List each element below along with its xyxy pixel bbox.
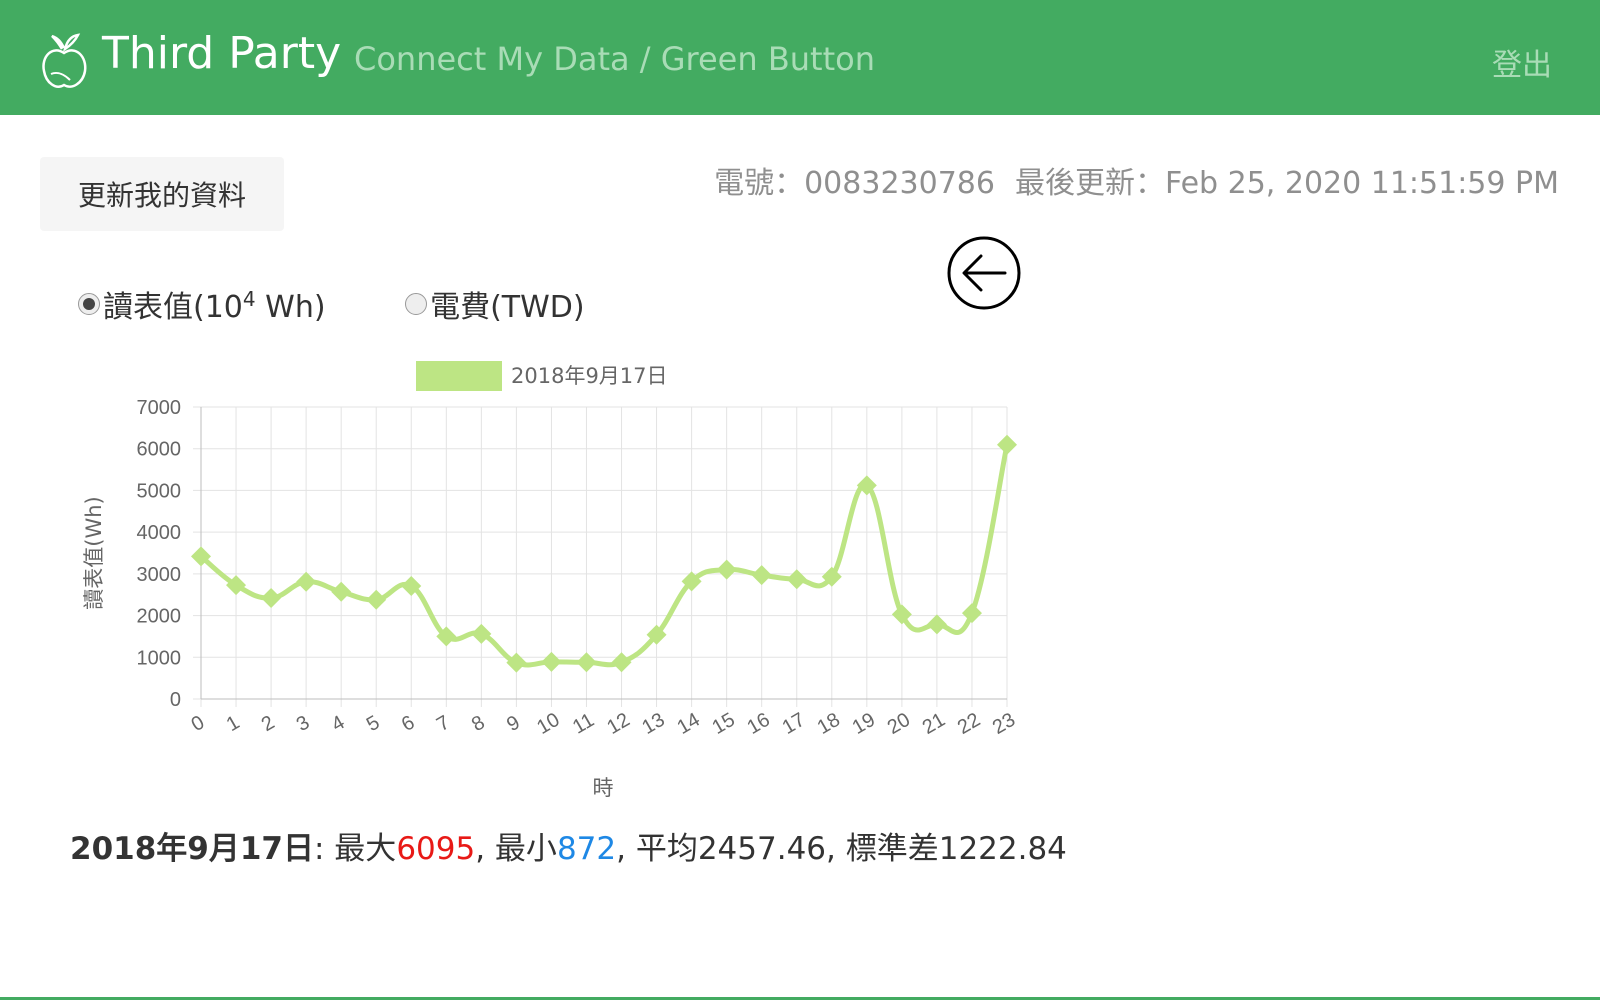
data-point — [786, 569, 807, 590]
cost-radio-label: 電費(TWD) — [430, 290, 585, 325]
x-tick-label: 11 — [569, 709, 598, 738]
y-tick-label: 0 — [170, 689, 181, 711]
x-tick-label: 5 — [363, 711, 384, 736]
unit-toggle: 讀表值(104 Wh) 電費(TWD) — [78, 282, 585, 326]
last-updated: 最後更新：Feb 25, 2020 11:51:59 PM — [1014, 166, 1559, 201]
x-tick-label: 21 — [919, 709, 949, 739]
data-point — [261, 588, 282, 609]
data-point — [541, 651, 562, 672]
x-tick-label: 0 — [188, 711, 209, 736]
data-point — [961, 603, 982, 624]
stats-min-value: 872 — [556, 831, 617, 867]
data-point — [997, 434, 1017, 455]
radio-selected-icon[interactable] — [78, 293, 100, 315]
y-tick-label: 1000 — [137, 647, 182, 669]
x-tick-label: 20 — [884, 709, 914, 739]
x-axis-title: 時 — [593, 776, 614, 800]
top-navbar: Third Party Connect My Data / Green Butt… — [0, 0, 1600, 115]
legend-swatch — [416, 361, 502, 391]
app-brand[interactable]: Third Party — [102, 28, 341, 79]
x-tick-label: 13 — [638, 709, 668, 739]
x-tick-label: 1 — [223, 711, 244, 736]
cost-radio[interactable]: 電費(TWD) — [405, 282, 585, 326]
reading-radio-label: 讀表值(104 Wh) — [103, 287, 326, 325]
x-tick-label: 14 — [673, 709, 703, 739]
stats-date: 2018年9月17日 — [70, 831, 314, 867]
data-point — [331, 581, 352, 602]
x-tick-label: 3 — [293, 711, 314, 736]
data-point — [716, 559, 737, 580]
series-line — [199, 444, 1010, 668]
y-tick-label: 3000 — [137, 564, 182, 586]
legend-label: 2018年9月17日 — [511, 364, 668, 388]
x-tick-label: 19 — [849, 709, 879, 739]
logout-link[interactable]: 登出 — [1492, 40, 1552, 84]
y-tick-label: 5000 — [137, 480, 182, 502]
x-tick-label: 8 — [468, 711, 489, 736]
y-axis-title: 讀表值(Wh) — [82, 496, 106, 609]
y-tick-label: 2000 — [137, 606, 182, 628]
x-tick-label: 4 — [328, 711, 349, 736]
data-point — [296, 571, 317, 592]
app-subtitle: Connect My Data / Green Button — [354, 40, 875, 78]
account-meta: 電號：0083230786 最後更新：Feb 25, 2020 11:51:59 … — [714, 158, 1559, 202]
reading-radio[interactable]: 讀表值(104 Wh) — [78, 282, 326, 326]
apple-leaf-icon[interactable] — [38, 28, 90, 92]
x-tick-label: 16 — [744, 709, 774, 739]
account-number: 電號：0083230786 — [714, 166, 995, 201]
x-tick-label: 22 — [954, 709, 984, 739]
update-my-data-button[interactable]: 更新我的資料 — [40, 157, 284, 231]
x-tick-label: 9 — [503, 711, 524, 736]
x-tick-label: 17 — [779, 709, 809, 739]
data-point — [576, 652, 597, 673]
y-tick-label: 6000 — [137, 439, 182, 461]
daily-stats: 2018年9月17日: 最大6095, 最小872, 平均2457.46, 標準… — [70, 823, 1067, 868]
data-point — [366, 589, 387, 610]
x-tick-label: 6 — [398, 711, 419, 736]
x-tick-label: 12 — [603, 709, 633, 739]
x-tick-label: 18 — [814, 709, 844, 739]
stats-max-value: 6095 — [396, 831, 476, 867]
y-tick-label: 4000 — [137, 522, 182, 544]
data-point — [751, 565, 772, 586]
x-tick-label: 15 — [709, 709, 739, 739]
x-tick-label: 7 — [433, 711, 454, 736]
x-tick-label: 23 — [989, 709, 1019, 739]
y-tick-label: 7000 — [137, 397, 182, 419]
x-tick-label: 10 — [533, 709, 563, 739]
data-point — [611, 652, 632, 673]
stats-max-label: : 最大 — [314, 831, 397, 867]
radio-unselected-icon[interactable] — [405, 293, 428, 315]
usage-line-chart: 010002000300040005000600070000 1 2 3 4 5 6 7 8 9 1… — [82, 361, 1019, 800]
stats-rest: , 平均2457.46, 標準差1222.84 — [616, 831, 1067, 867]
back-arrow-circle-icon[interactable] — [946, 235, 1022, 311]
x-tick-label: 2 — [258, 711, 279, 736]
data-point — [926, 614, 947, 635]
stats-min-label: , 最小 — [475, 831, 557, 867]
